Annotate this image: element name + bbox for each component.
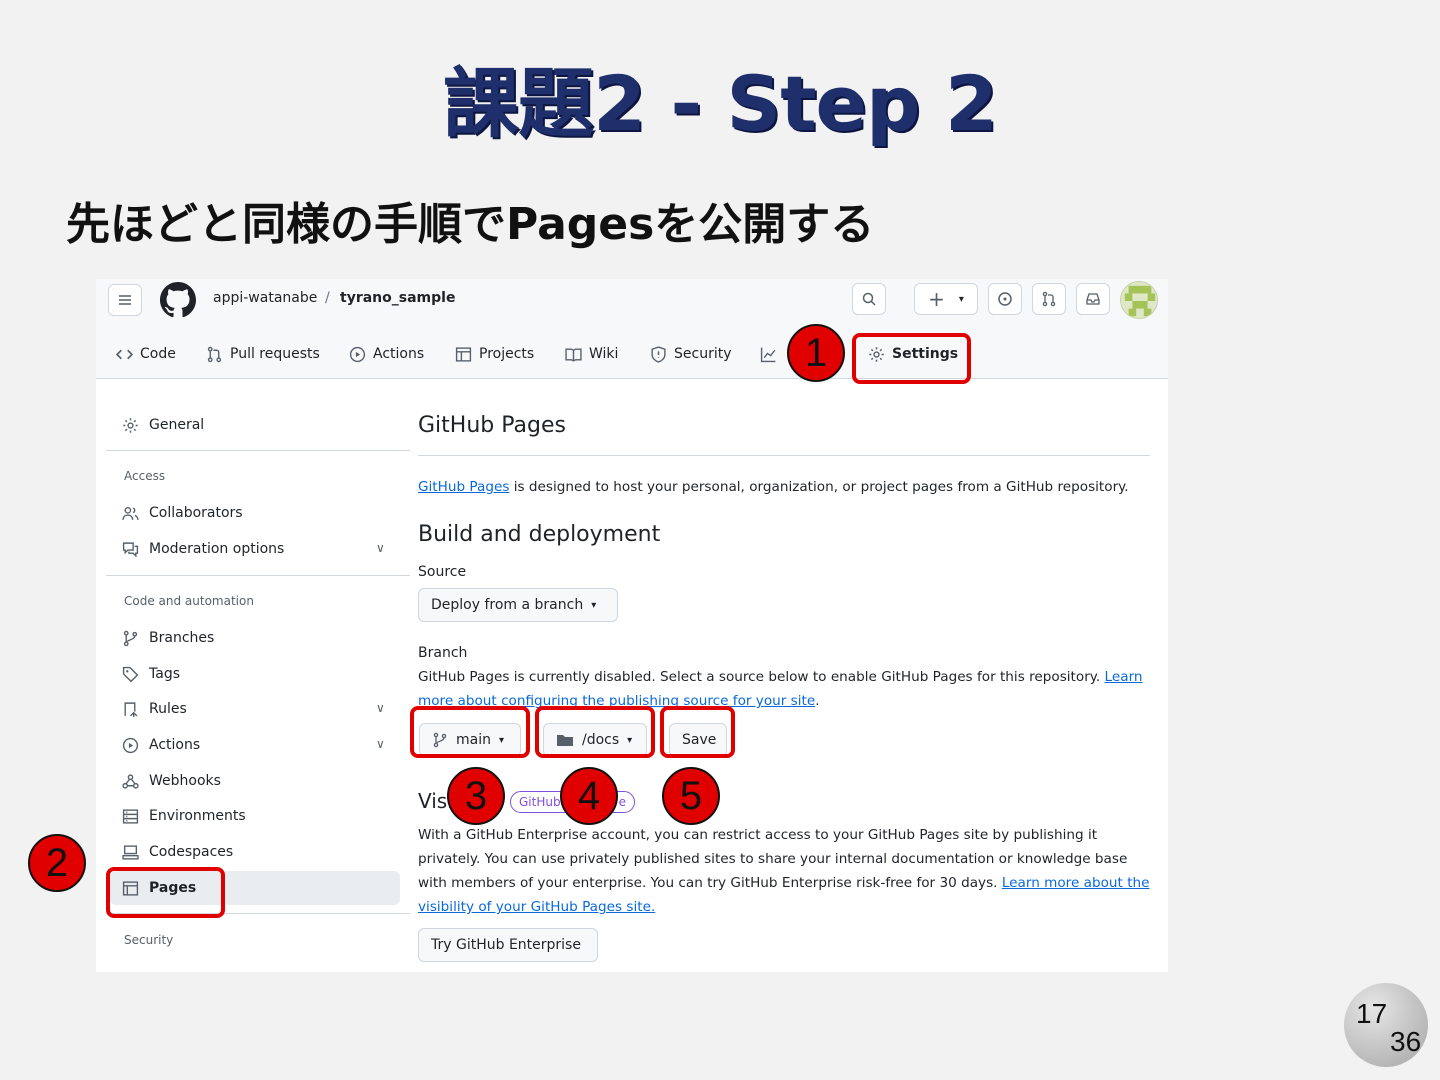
sidebar-item-moderation-options[interactable]: Moderation options xyxy=(122,537,284,561)
search-button[interactable] xyxy=(852,283,886,315)
repo-header: appi-watanabe / tyrano_sample + ▾ Code P… xyxy=(96,279,1168,379)
sidebar-item-codespaces[interactable]: Codespaces xyxy=(122,840,233,864)
highlight-branch-select xyxy=(410,706,530,758)
user-avatar[interactable] xyxy=(1120,281,1158,319)
callout-2: 2 xyxy=(28,834,86,892)
book-icon xyxy=(565,347,582,362)
pull-request-icon xyxy=(207,346,222,362)
shield-icon xyxy=(651,345,666,363)
callout-4: 4 xyxy=(560,767,618,825)
comment-discussion-icon xyxy=(122,541,139,558)
source-label: Source xyxy=(418,564,467,580)
page-current: 17 xyxy=(1356,998,1388,1029)
graph-icon xyxy=(760,347,776,362)
repo-owner-link[interactable]: appi-watanabe xyxy=(213,290,317,306)
sidebar-divider xyxy=(106,575,410,576)
page-title: GitHub Pages xyxy=(418,413,566,438)
caret-down-icon: ▾ xyxy=(958,293,964,305)
sidebar-item-branches[interactable]: Branches xyxy=(122,626,214,650)
highlight-pages xyxy=(106,867,225,918)
branch-description: GitHub Pages is currently disabled. Sele… xyxy=(418,669,1143,709)
play-circle-icon xyxy=(122,737,139,753)
sidebar-divider xyxy=(106,450,410,451)
slide-title: 課題2 - Step 2 xyxy=(443,59,998,148)
sidebar-item-actions[interactable]: Actions xyxy=(122,733,200,757)
highlight-save xyxy=(660,706,735,758)
create-new-button[interactable]: + ▾ xyxy=(914,283,978,315)
plus-icon: + xyxy=(928,287,945,311)
build-deployment-title: Build and deployment xyxy=(418,522,661,547)
sidebar-item-general[interactable]: General xyxy=(122,413,204,437)
github-pages-link[interactable]: GitHub Pages xyxy=(418,479,509,495)
code-icon xyxy=(116,349,133,359)
gear-icon xyxy=(123,417,138,433)
tab-pull-requests[interactable]: Pull requests xyxy=(206,343,320,365)
server-icon xyxy=(122,808,139,824)
highlight-folder-select xyxy=(535,706,655,758)
webhook-icon xyxy=(122,773,139,789)
issues-button[interactable] xyxy=(988,283,1022,315)
pull-request-icon xyxy=(1042,291,1056,307)
title-divider xyxy=(418,455,1150,456)
sidebar-heading-access: Access xyxy=(124,469,166,483)
visibility-docs-link[interactable]: visibility of your GitHub Pages site. xyxy=(418,899,655,915)
sidebar-heading-security: Security xyxy=(124,933,174,947)
callout-5: 5 xyxy=(662,767,720,825)
chevron-down-icon[interactable]: ∨ xyxy=(376,701,385,715)
hamburger-menu-button[interactable] xyxy=(108,284,142,316)
learn-more-link[interactable]: Learn xyxy=(1105,669,1143,685)
source-select[interactable]: Deploy from a branch ▾ xyxy=(418,588,618,622)
sidebar-item-webhooks[interactable]: Webhooks xyxy=(122,769,221,793)
breadcrumb-separator: / xyxy=(325,290,330,306)
branch-label: Branch xyxy=(418,645,468,661)
tab-actions[interactable]: Actions xyxy=(349,343,424,365)
git-branch-icon xyxy=(123,630,138,646)
codespaces-icon xyxy=(122,844,139,860)
hamburger-icon xyxy=(119,295,131,305)
callout-3: 3 xyxy=(447,767,505,825)
highlight-settings xyxy=(852,333,971,384)
sidebar-heading-code-automation: Code and automation xyxy=(124,594,254,608)
try-enterprise-button[interactable]: Try GitHub Enterprise xyxy=(418,928,598,962)
caret-down-icon: ▾ xyxy=(591,599,597,611)
play-circle-icon xyxy=(349,346,366,362)
tab-code[interactable]: Code xyxy=(116,343,176,365)
page-total: 36 xyxy=(1390,1026,1422,1057)
tab-security[interactable]: Security xyxy=(650,343,732,365)
tab-projects[interactable]: Projects xyxy=(455,343,534,365)
issue-icon xyxy=(998,292,1012,306)
intro-text: GitHub Pages is designed to host your pe… xyxy=(418,479,1129,495)
repo-name-link[interactable]: tyrano_sample xyxy=(340,290,455,306)
sidebar-item-rules[interactable]: Rules xyxy=(122,697,187,721)
tag-icon xyxy=(122,666,139,682)
sidebar-item-environments[interactable]: Environments xyxy=(122,804,246,828)
sidebar-item-tags[interactable]: Tags xyxy=(122,662,180,686)
avatar-identicon xyxy=(1124,285,1156,317)
slide-subtitle: 先ほどと同様の手順でPagesを公開する xyxy=(66,199,875,250)
visibility-description: With a GitHub Enterprise account, you ca… xyxy=(418,827,1150,915)
github-logo-icon[interactable] xyxy=(160,282,196,318)
sidebar-item-collaborators[interactable]: Collaborators xyxy=(122,501,243,525)
tab-insights[interactable] xyxy=(760,343,777,365)
inbox-icon xyxy=(1086,293,1100,305)
chevron-down-icon[interactable]: ∨ xyxy=(376,541,385,555)
table-icon xyxy=(455,346,472,362)
inbox-button[interactable] xyxy=(1076,283,1110,315)
repo-push-icon xyxy=(124,701,138,717)
visibility-learn-more-link[interactable]: Learn more about the xyxy=(1002,875,1150,891)
search-icon xyxy=(862,292,876,306)
github-screenshot: appi-watanabe / tyrano_sample + ▾ Code P… xyxy=(96,279,1168,972)
callout-1: 1 xyxy=(787,324,845,382)
pull-requests-button[interactable] xyxy=(1032,283,1066,315)
people-icon xyxy=(122,506,139,520)
chevron-down-icon[interactable]: ∨ xyxy=(376,737,385,751)
tab-wiki[interactable]: Wiki xyxy=(565,343,618,365)
